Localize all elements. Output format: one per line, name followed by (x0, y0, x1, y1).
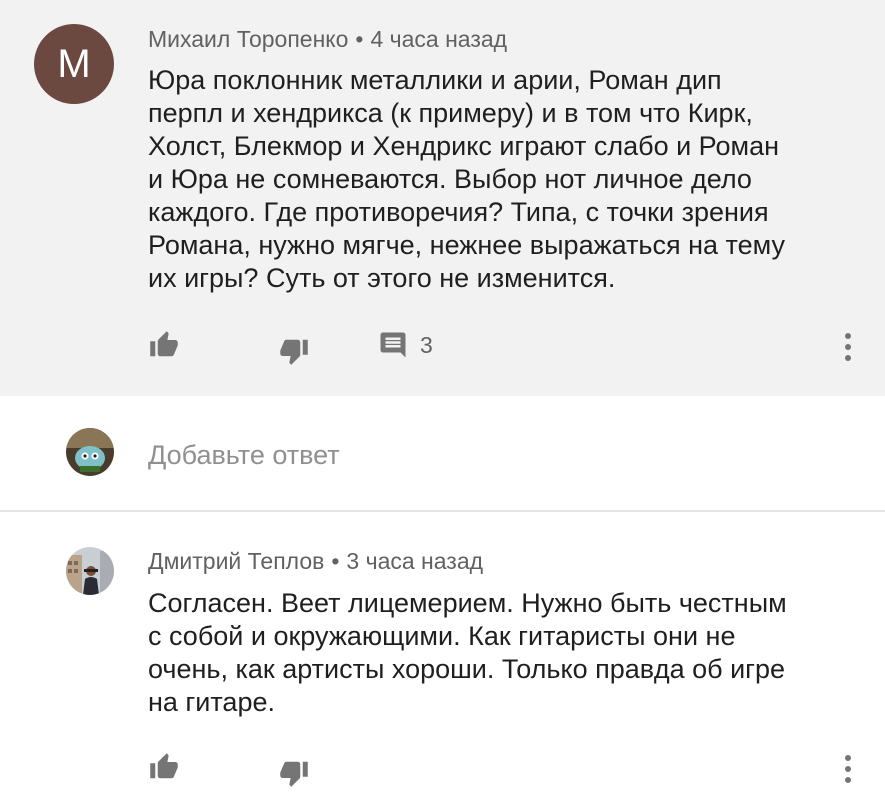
comment-time[interactable]: 4 часа назад (370, 26, 507, 52)
comment-meta: Михаил Торопенко • 4 часа назад (148, 26, 507, 53)
comment-text-line: Романа, нужно мягче, нежнее выражаться н… (148, 230, 785, 260)
user-avatar-image (66, 547, 114, 595)
like-button[interactable] (148, 330, 180, 360)
comment-text: Юра поклонник металлики и арии, Роман ди… (148, 64, 785, 295)
comment-text-line: с собой и окружающими. Как гитаристы они… (148, 621, 736, 651)
comment-text-line: на гитаре. (148, 687, 275, 717)
comment-icon (380, 332, 406, 358)
thumb-up-icon (150, 331, 178, 357)
meta-separator: • (331, 548, 340, 574)
more-options-button[interactable] (843, 333, 853, 366)
avatar[interactable] (66, 547, 114, 595)
reply-input[interactable] (148, 440, 748, 471)
comment-text-line: их игры? Суть от этого не изменится. (148, 263, 616, 293)
comment-author[interactable]: Михаил Торопенко (148, 26, 348, 52)
comment-text-line: очень, как артисты хороши. Только правда… (148, 654, 786, 684)
avatar[interactable] (66, 428, 114, 476)
comment-text-line: и Юра не сомневаются. Выбор нот личное д… (148, 164, 752, 194)
like-button[interactable] (148, 752, 180, 782)
thumb-down-icon (280, 339, 308, 365)
more-options-button[interactable] (843, 755, 853, 788)
comment-text-line: Холст, Блекмор и Хендрикс играют слабо и… (148, 131, 779, 161)
dislike-button[interactable] (278, 336, 310, 366)
more-vert-icon (845, 755, 851, 761)
comment-text-line: каждого. Где противоречия? Типа, с точки… (148, 197, 769, 227)
highlighted-comment: M Михаил Торопенко • 4 часа назад Юра покл… (0, 0, 885, 396)
meta-separator: • (355, 26, 364, 52)
reply-count: 3 (420, 331, 433, 358)
comment-text-line: Юра поклонник металлики и арии, Роман ди… (148, 65, 722, 95)
user-avatar-image (66, 428, 114, 476)
comment-text: Согласен. Веет лицемерием. Нужно быть че… (148, 587, 787, 719)
divider (0, 510, 885, 512)
comment-text-line: Согласен. Веет лицемерием. Нужно быть че… (148, 588, 787, 618)
replies-button[interactable]: 3 (378, 330, 433, 360)
comment-text-line: перпл и хендрикса (к примеру) и в том чт… (148, 98, 753, 128)
thumb-down-icon (280, 761, 308, 787)
avatar[interactable]: M (34, 24, 114, 104)
more-vert-icon (845, 333, 851, 339)
comment-meta: Дмитрий Теплов • 3 часа назад (148, 548, 483, 575)
thumb-up-icon (150, 753, 178, 779)
comment-time[interactable]: 3 часа назад (346, 548, 483, 574)
reply-box (0, 396, 885, 512)
dislike-button[interactable] (278, 758, 310, 788)
comment-author[interactable]: Дмитрий Теплов (148, 548, 324, 574)
